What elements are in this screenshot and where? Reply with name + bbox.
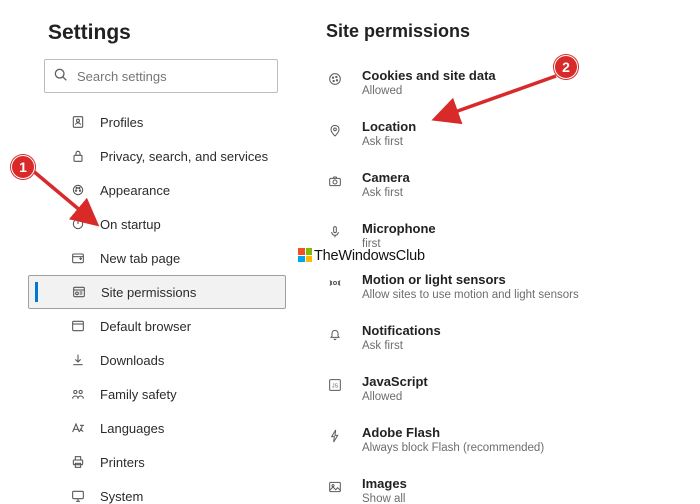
location-icon [326, 121, 344, 139]
sidebar-item-label: Profiles [100, 115, 143, 130]
settings-sidebar: Settings Profiles Privacy, search, and s… [28, 15, 286, 504]
permissions-list: Cookies and site data Allowed Location Ask… [326, 60, 700, 504]
images-icon [326, 478, 344, 496]
sidebar-item-languages[interactable]: Languages [28, 411, 286, 445]
perm-microphone[interactable]: Microphone first [326, 213, 700, 264]
annotation-badge-1: 1 [11, 155, 35, 179]
printer-icon [70, 454, 86, 470]
perm-title: Microphone [362, 221, 436, 236]
search-icon [53, 67, 69, 86]
sidebar-item-label: Languages [100, 421, 164, 436]
sidebar-item-label: Appearance [100, 183, 170, 198]
perm-camera[interactable]: Camera Ask first [326, 162, 700, 213]
sidebar-item-label: On startup [100, 217, 161, 232]
perm-sub: Allowed [362, 391, 428, 403]
sidebar-item-label: Printers [100, 455, 145, 470]
language-icon [70, 420, 86, 436]
sidebar-item-label: Site permissions [101, 285, 196, 300]
system-icon [70, 488, 86, 504]
perm-sub: Show all [362, 493, 407, 504]
perm-notifications[interactable]: Notifications Ask first [326, 315, 700, 366]
sidebar-item-downloads[interactable]: Downloads [28, 343, 286, 377]
cookie-icon [326, 70, 344, 88]
perm-images[interactable]: Images Show all [326, 468, 700, 504]
perm-title: Cookies and site data [362, 68, 496, 83]
main-panel: Site permissions Cookies and site data Al… [286, 15, 700, 504]
perm-cookies[interactable]: Cookies and site data Allowed [326, 60, 700, 111]
download-icon [70, 352, 86, 368]
sidebar-item-label: Default browser [100, 319, 191, 334]
perm-javascript[interactable]: JS JavaScript Allowed [326, 366, 700, 417]
perm-title: Motion or light sensors [362, 272, 579, 287]
perm-title: Location [362, 119, 416, 134]
perm-sub: Always block Flash (recommended) [362, 442, 544, 454]
power-icon [70, 216, 86, 232]
perm-sub: Allowed [362, 85, 496, 97]
sidebar-item-profiles[interactable]: Profiles [28, 105, 286, 139]
sidebar-item-system[interactable]: System [28, 479, 286, 504]
appearance-icon [70, 182, 86, 198]
js-icon: JS [326, 376, 344, 394]
perm-location[interactable]: Location Ask first [326, 111, 700, 162]
newtab-icon [70, 250, 86, 266]
search-input[interactable] [77, 69, 269, 84]
flash-icon [326, 427, 344, 445]
sidebar-item-appearance[interactable]: Appearance [28, 173, 286, 207]
sidebar-item-label: Privacy, search, and services [100, 149, 268, 164]
bell-icon [326, 325, 344, 343]
sidebar-item-privacy[interactable]: Privacy, search, and services [28, 139, 286, 173]
microphone-icon [326, 223, 344, 241]
sidebar-item-printers[interactable]: Printers [28, 445, 286, 479]
perm-title: Camera [362, 170, 410, 185]
page-title: Settings [48, 21, 286, 45]
sidebar-item-label: Family safety [100, 387, 177, 402]
main-title: Site permissions [326, 21, 700, 42]
perm-sub: first [362, 238, 436, 250]
search-settings[interactable] [44, 59, 278, 93]
lock-icon [70, 148, 86, 164]
sidebar-item-sitepermissions[interactable]: Site permissions [28, 275, 286, 309]
sidebar-item-label: System [100, 489, 143, 504]
svg-text:JS: JS [332, 384, 339, 390]
family-icon [70, 386, 86, 402]
perm-title: JavaScript [362, 374, 428, 389]
camera-icon [326, 172, 344, 190]
perm-title: Notifications [362, 323, 441, 338]
sidebar-item-startup[interactable]: On startup [28, 207, 286, 241]
annotation-badge-2: 2 [554, 55, 578, 79]
sidebar-item-label: Downloads [100, 353, 164, 368]
permissions-icon [71, 284, 87, 300]
perm-sub: Ask first [362, 340, 441, 352]
sidebar-item-newtab[interactable]: New tab page [28, 241, 286, 275]
sidebar-item-family[interactable]: Family safety [28, 377, 286, 411]
sidebar-nav: Profiles Privacy, search, and services A… [28, 105, 286, 504]
perm-sub: Ask first [362, 187, 410, 199]
perm-sub: Ask first [362, 136, 416, 148]
motion-icon [326, 274, 344, 292]
sidebar-item-label: New tab page [100, 251, 180, 266]
profile-icon [70, 114, 86, 130]
browser-icon [70, 318, 86, 334]
sidebar-item-defaultbrowser[interactable]: Default browser [28, 309, 286, 343]
perm-flash[interactable]: Adobe Flash Always block Flash (recommend… [326, 417, 700, 468]
perm-title: Images [362, 476, 407, 491]
perm-sub: Allow sites to use motion and light sens… [362, 289, 579, 301]
perm-title: Adobe Flash [362, 425, 544, 440]
perm-motion[interactable]: Motion or light sensors Allow sites to us… [326, 264, 700, 315]
